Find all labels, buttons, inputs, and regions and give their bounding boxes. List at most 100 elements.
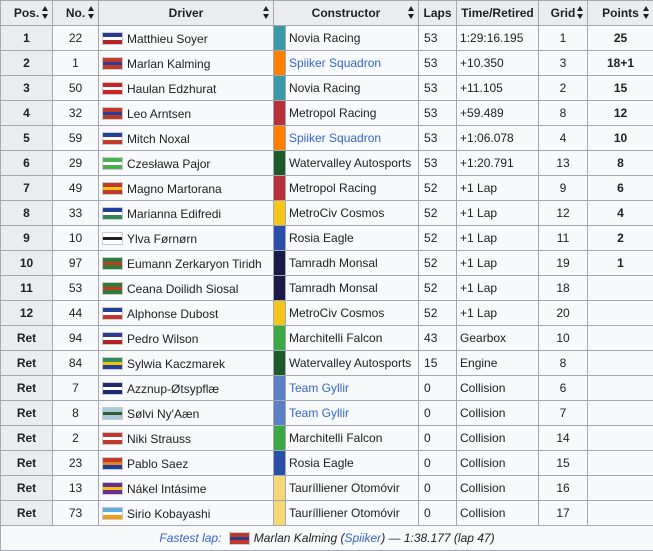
driver-name[interactable]: Magno Martorana xyxy=(127,181,222,195)
car-number-cell: 23 xyxy=(53,451,99,476)
sort-arrows-icon[interactable] xyxy=(408,6,414,19)
constructor-name: Marchitelli Falcon xyxy=(289,331,382,345)
team-color-swatch xyxy=(274,451,286,476)
position-cell: Ret xyxy=(1,451,53,476)
car-number-cell: 10 xyxy=(53,226,99,251)
grid-cell: 1 xyxy=(539,26,588,51)
sort-arrows-icon[interactable] xyxy=(263,6,269,19)
laps-cell: 53 xyxy=(419,101,457,126)
col-header-points[interactable]: Points xyxy=(588,1,653,26)
sort-arrows-icon[interactable] xyxy=(577,6,583,19)
laps-cell: 0 xyxy=(419,376,457,401)
car-number-cell: 59 xyxy=(53,126,99,151)
position-cell: Ret xyxy=(1,376,53,401)
table-row: Ret23Pablo SaezRosia Eagle0Collision15 xyxy=(1,451,653,476)
grid-cell: 14 xyxy=(539,426,588,451)
flag-icon xyxy=(102,257,123,270)
flag-icon xyxy=(102,482,123,495)
flag-icon xyxy=(102,232,123,245)
car-number-cell: 84 xyxy=(53,351,99,376)
table-row: 559Mitch NoxalSpiiker Squadron53+1:06.07… xyxy=(1,126,653,151)
driver-name[interactable]: Pablo Saez xyxy=(127,456,188,470)
driver-name[interactable]: Matthieu Soyer xyxy=(127,31,208,45)
driver-name[interactable]: Eumann Zerkaryon Tiridh xyxy=(127,256,262,270)
constructor-name[interactable]: Spiiker Squadron xyxy=(289,131,381,145)
laps-cell: 0 xyxy=(419,426,457,451)
driver-cell: Haulan Edzhurat xyxy=(99,76,274,101)
driver-name[interactable]: Leo Arntsen xyxy=(127,106,191,120)
driver-name[interactable]: Pedro Wilson xyxy=(127,331,198,345)
time-retired-cell: 1:29:16.195 xyxy=(457,26,539,51)
team-color-bar xyxy=(274,376,285,400)
driver-name[interactable]: Czesława Pajor xyxy=(127,156,210,170)
fastest-lap-driver[interactable]: Marlan Kalming xyxy=(254,531,337,545)
laps-cell: 52 xyxy=(419,251,457,276)
driver-name[interactable]: Azznup-Øtsypflæ xyxy=(127,381,219,395)
constructor-cell: Marchitelli Falcon xyxy=(286,426,419,451)
driver-name[interactable]: Niki Strauss xyxy=(127,431,191,445)
laps-cell: 53 xyxy=(419,151,457,176)
constructor-cell: Metropol Racing xyxy=(286,101,419,126)
fastest-lap-team-link[interactable]: Spiiker xyxy=(345,531,382,545)
constructor-name: Tamradh Monsal xyxy=(289,256,378,270)
table-row: 21Marlan KalmingSpiiker Squadron53+10.35… xyxy=(1,51,653,76)
driver-name[interactable]: Sylwia Kaczmarek xyxy=(127,356,225,370)
driver-name[interactable]: Nákel Intásime xyxy=(127,481,206,495)
driver-name[interactable]: Mitch Noxal xyxy=(127,131,190,145)
driver-name[interactable]: Haulan Edzhurat xyxy=(127,81,216,95)
col-header-constructor[interactable]: Constructor xyxy=(274,1,419,26)
constructor-cell: MetroCiv Cosmos xyxy=(286,201,419,226)
driver-name[interactable]: Alphonse Dubost xyxy=(127,306,218,320)
col-header-grid[interactable]: Grid xyxy=(539,1,588,26)
grid-cell: 18 xyxy=(539,276,588,301)
sort-arrows-icon[interactable] xyxy=(643,6,649,19)
position-cell: 10 xyxy=(1,251,53,276)
driver-cell: Czesława Pajor xyxy=(99,151,274,176)
constructor-name[interactable]: Team Gyllir xyxy=(289,381,349,395)
team-color-swatch xyxy=(274,76,286,101)
points-cell: 6 xyxy=(588,176,653,201)
grid-cell: 17 xyxy=(539,501,588,526)
driver-name[interactable]: Ceana Doilidh Siosal xyxy=(127,281,238,295)
flag-icon xyxy=(102,32,123,45)
laps-cell: 53 xyxy=(419,26,457,51)
time-retired-cell: +1 Lap xyxy=(457,251,539,276)
driver-name[interactable]: Marianna Edifredi xyxy=(127,206,221,220)
col-header-pos[interactable]: Pos. xyxy=(1,1,53,26)
team-color-bar xyxy=(274,476,285,500)
constructor-name: Metropol Racing xyxy=(289,181,376,195)
team-color-swatch xyxy=(274,26,286,51)
team-color-bar xyxy=(274,26,285,50)
driver-cell: Azznup-Øtsypflæ xyxy=(99,376,274,401)
team-color-swatch xyxy=(274,201,286,226)
constructor-name[interactable]: Team Gyllir xyxy=(289,406,349,420)
driver-name[interactable]: Sølvi Ny'Aæn xyxy=(127,406,199,420)
driver-cell: Sylwia Kaczmarek xyxy=(99,351,274,376)
time-retired-cell: Collision xyxy=(457,451,539,476)
driver-name[interactable]: Ylva Førnørn xyxy=(127,231,197,245)
car-number-cell: 97 xyxy=(53,251,99,276)
team-color-swatch xyxy=(274,226,286,251)
points-cell: 18+1 xyxy=(588,51,653,76)
constructor-cell: Novia Racing xyxy=(286,26,419,51)
car-number-cell: 7 xyxy=(53,376,99,401)
fastest-lap-link[interactable]: Fastest lap: xyxy=(159,531,221,545)
time-retired-cell: +1:06.078 xyxy=(457,126,539,151)
sort-arrows-icon[interactable] xyxy=(42,6,48,19)
points-cell xyxy=(588,401,653,426)
col-header-driver[interactable]: Driver xyxy=(99,1,274,26)
driver-name[interactable]: Marlan Kalming xyxy=(127,56,210,70)
table-row: 350Haulan EdzhuratNovia Racing53+11.1052… xyxy=(1,76,653,101)
car-number-cell: 33 xyxy=(53,201,99,226)
sort-arrows-icon[interactable] xyxy=(88,6,94,19)
constructor-name[interactable]: Spiiker Squadron xyxy=(289,56,381,70)
grid-cell: 20 xyxy=(539,301,588,326)
time-retired-cell: +11.105 xyxy=(457,76,539,101)
team-color-swatch xyxy=(274,51,286,76)
driver-name[interactable]: Sirio Kobayashi xyxy=(127,506,210,520)
laps-cell: 0 xyxy=(419,451,457,476)
team-color-swatch xyxy=(274,101,286,126)
col-header-no[interactable]: No. xyxy=(53,1,99,26)
car-number-cell: 32 xyxy=(53,101,99,126)
laps-cell: 0 xyxy=(419,501,457,526)
